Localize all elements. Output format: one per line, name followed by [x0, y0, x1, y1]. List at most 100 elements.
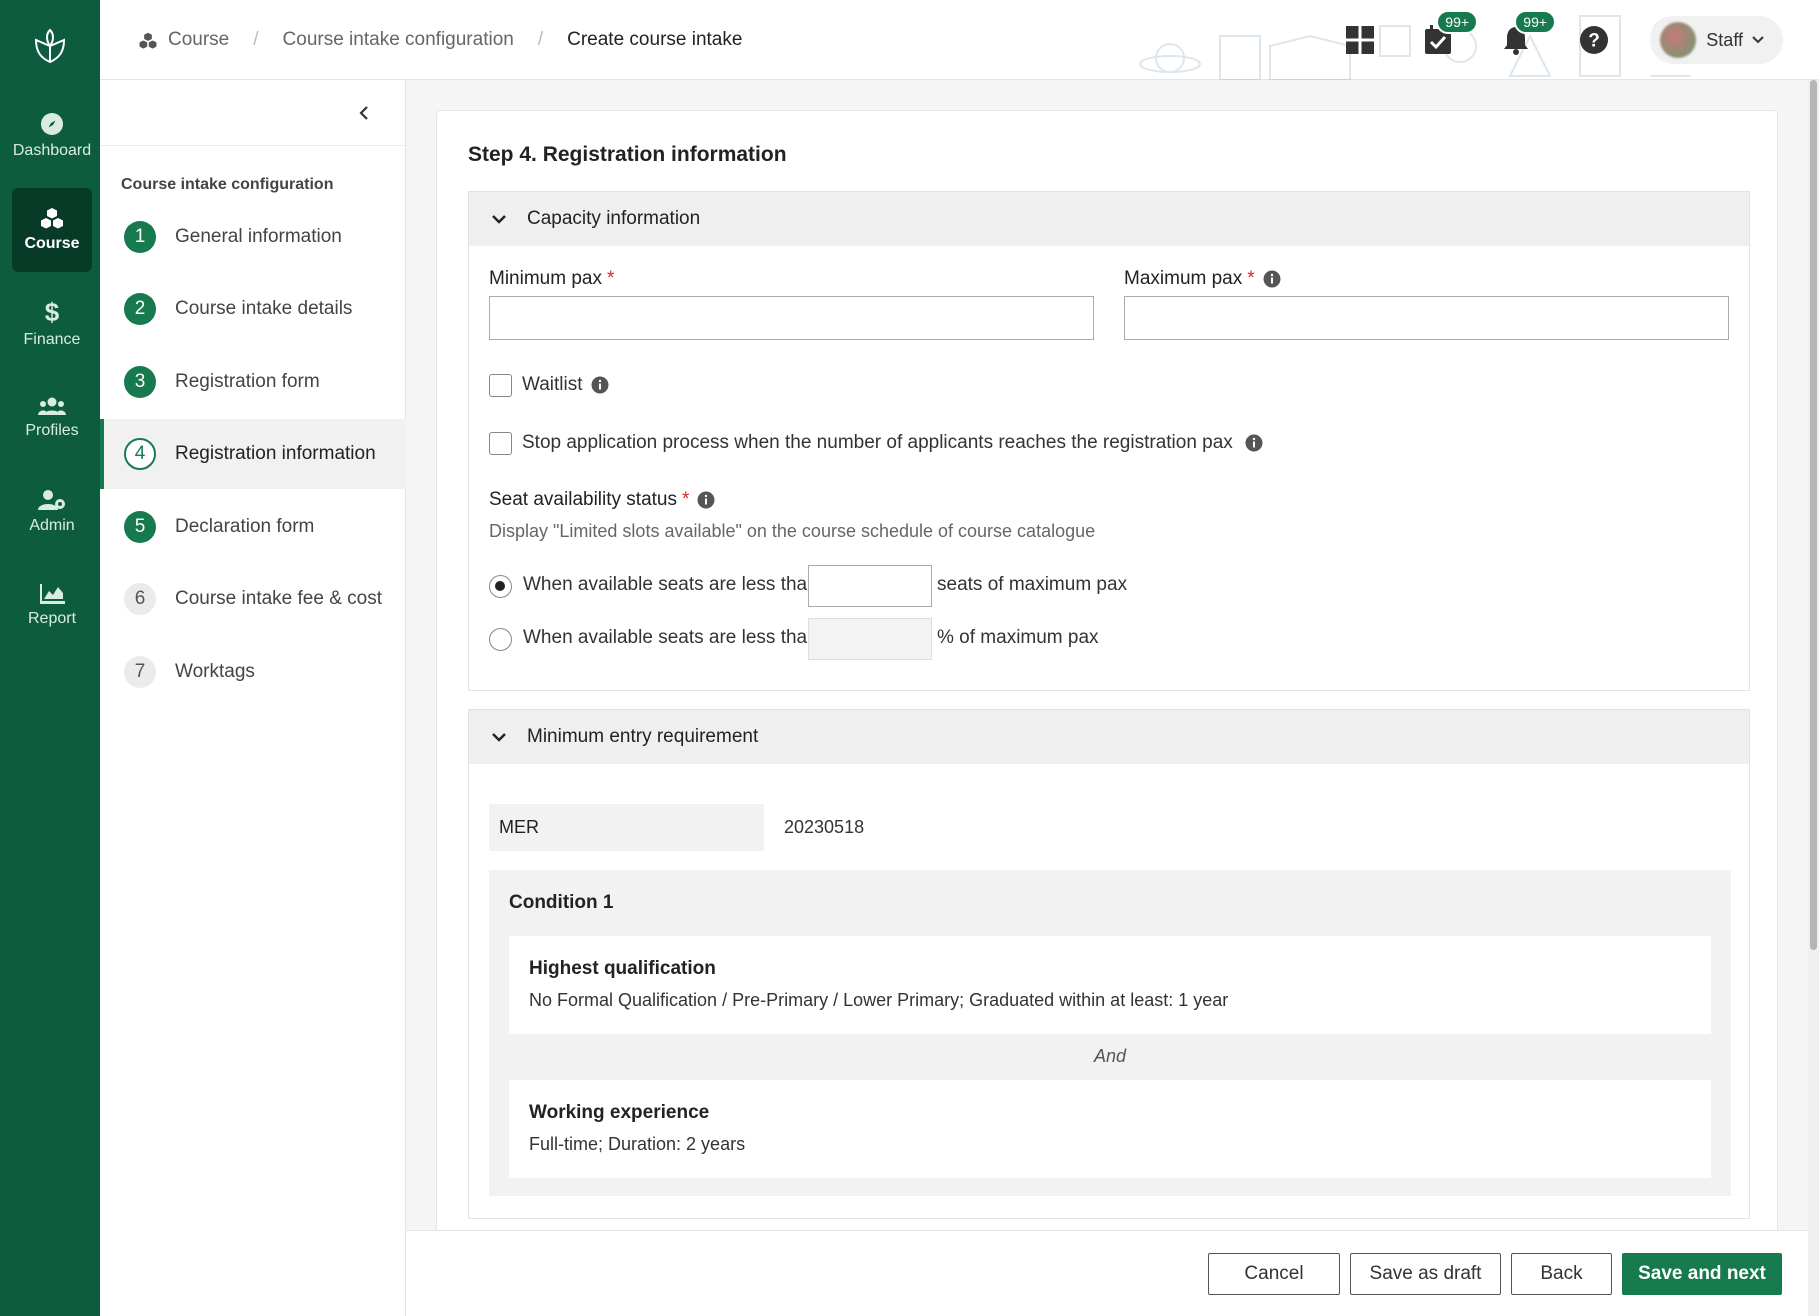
step-label: Worktags: [175, 661, 255, 682]
form-card: Step 4. Registration information Capacit…: [436, 110, 1778, 1230]
step-number: 4: [124, 438, 156, 470]
notifications-badge: 99+: [1514, 10, 1557, 34]
condition-title: Condition 1: [509, 892, 614, 913]
collapse-sidebar-button[interactable]: [353, 102, 375, 124]
info-icon[interactable]: [591, 376, 609, 394]
waitlist-checkbox[interactable]: [489, 374, 512, 397]
avatar: [1660, 22, 1697, 58]
question-circle-icon: ?: [1580, 26, 1609, 54]
app-logo-icon[interactable]: [0, 18, 100, 74]
steps-sidebar: Course intake configuration 1 General in…: [100, 80, 406, 1316]
capacity-section-toggle[interactable]: Capacity information: [469, 192, 1749, 246]
tasks-button[interactable]: 99+: [1416, 10, 1479, 62]
svg-text:$: $: [45, 299, 60, 325]
required-mark: *: [606, 268, 615, 289]
breadcrumb: Course / Course intake configuration / C…: [138, 0, 742, 80]
sidebar-header: [100, 80, 405, 146]
max-pax-input[interactable]: [1124, 296, 1729, 340]
seats-count-suffix: seats of maximum pax: [937, 574, 1128, 595]
stop-application-label: Stop application process when the number…: [522, 432, 1263, 454]
seats-count-input[interactable]: [808, 565, 932, 607]
capacity-section: Capacity information Minimum pax * Maxim…: [468, 191, 1750, 691]
breadcrumb-current: Create course intake: [567, 29, 743, 50]
step-number: 5: [124, 511, 156, 543]
seats-count-radio[interactable]: [489, 575, 512, 598]
seat-availability-label: Seat availability status *: [489, 489, 715, 511]
help-button[interactable]: ?: [1572, 18, 1616, 62]
step-number: 7: [124, 656, 156, 688]
seat-availability-label-text: Seat availability status: [489, 489, 677, 510]
seats-percent-radio[interactable]: [489, 628, 512, 651]
step-label: Registration information: [175, 443, 376, 464]
info-icon[interactable]: [1263, 270, 1281, 288]
svg-text:?: ?: [1588, 31, 1600, 52]
min-pax-label-text: Minimum pax: [489, 268, 602, 289]
info-icon[interactable]: [1245, 434, 1263, 452]
stop-application-checkbox[interactable]: [489, 432, 512, 455]
step-declaration-form[interactable]: 5 Declaration form: [100, 492, 406, 562]
mer-value: 20230518: [784, 817, 865, 837]
section-title: Minimum entry requirement: [527, 726, 759, 747]
cubes-icon: [41, 208, 63, 229]
experience-detail: Full-time; Duration: 2 years: [529, 1134, 746, 1154]
max-pax-label: Maximum pax *: [1124, 268, 1281, 290]
save-next-button[interactable]: Save and next: [1622, 1253, 1782, 1295]
top-bar: Course / Course intake configuration / C…: [100, 0, 1819, 80]
info-icon[interactable]: [697, 491, 715, 509]
min-pax-input[interactable]: [489, 296, 1094, 340]
users-icon: [38, 397, 66, 415]
step-label: Course intake fee & cost: [175, 588, 382, 609]
step-registration-form[interactable]: 3 Registration form: [100, 347, 406, 417]
step-label: General information: [175, 226, 342, 247]
nav-item-finance[interactable]: $ Finance: [12, 282, 92, 366]
mer-section-toggle[interactable]: Minimum entry requirement: [469, 710, 1749, 764]
seats-percent-input[interactable]: [808, 618, 932, 660]
step-label: Declaration form: [175, 516, 315, 537]
qualification-box: Highest qualification No Formal Qualific…: [509, 936, 1711, 1034]
nav-item-label: Dashboard: [12, 142, 92, 159]
chevron-down-icon: [492, 214, 506, 224]
nav-item-report[interactable]: Report: [12, 564, 92, 648]
page-scrollbar[interactable]: [1808, 80, 1819, 1316]
mer-section: Minimum entry requirement MER 20230518 C…: [468, 709, 1750, 1219]
save-draft-button[interactable]: Save as draft: [1350, 1253, 1501, 1295]
step-course-intake-fee-cost[interactable]: 6 Course intake fee & cost: [100, 564, 406, 634]
waitlist-label-text: Waitlist: [522, 374, 583, 395]
seats-count-prefix: When available seats are less than: [523, 574, 818, 595]
compass-icon: [41, 113, 63, 135]
required-mark: *: [682, 489, 690, 510]
top-actions: 99+ 99+ ? Staff: [1338, 0, 1819, 80]
and-connector: And: [1093, 1046, 1127, 1066]
nav-item-admin[interactable]: Admin: [12, 470, 92, 554]
apps-grid-icon: [1346, 26, 1375, 54]
apps-grid-button[interactable]: [1338, 18, 1382, 62]
cancel-button[interactable]: Cancel: [1208, 1253, 1340, 1295]
nav-item-profiles[interactable]: Profiles: [12, 376, 92, 460]
nav-item-dashboard[interactable]: Dashboard: [12, 94, 92, 178]
step-course-intake-details[interactable]: 2 Course intake details: [100, 274, 406, 344]
nav-item-label: Profiles: [25, 422, 79, 439]
chevron-down-icon: [1752, 36, 1764, 44]
step-number: 3: [124, 366, 156, 398]
experience-box: Working experience Full-time; Duration: …: [509, 1080, 1711, 1178]
seats-percent-suffix: % of maximum pax: [937, 627, 1099, 648]
step-label: Course intake details: [175, 298, 353, 319]
step-registration-information[interactable]: 4 Registration information: [100, 419, 406, 489]
page-title: Step 4. Registration information: [468, 143, 787, 166]
cubes-icon: [138, 32, 158, 49]
qualification-detail: No Formal Qualification / Pre-Primary / …: [529, 990, 1229, 1010]
user-gear-icon: [38, 490, 65, 510]
nav-item-label: Admin: [29, 517, 75, 534]
scrollbar-thumb[interactable]: [1810, 80, 1817, 950]
min-pax-label: Minimum pax *: [489, 268, 614, 290]
breadcrumb-course-intake-configuration[interactable]: Course intake configuration: [283, 29, 514, 51]
section-title: Capacity information: [527, 208, 701, 229]
notifications-button[interactable]: 99+: [1494, 10, 1557, 62]
breadcrumb-course[interactable]: Course: [168, 29, 229, 51]
breadcrumb-separator: /: [253, 29, 259, 50]
step-general-information[interactable]: 1 General information: [100, 202, 406, 272]
nav-item-course[interactable]: Course: [12, 188, 92, 272]
step-worktags[interactable]: 7 Worktags: [100, 637, 406, 707]
user-menu[interactable]: Staff: [1650, 16, 1783, 64]
back-button[interactable]: Back: [1511, 1253, 1612, 1295]
